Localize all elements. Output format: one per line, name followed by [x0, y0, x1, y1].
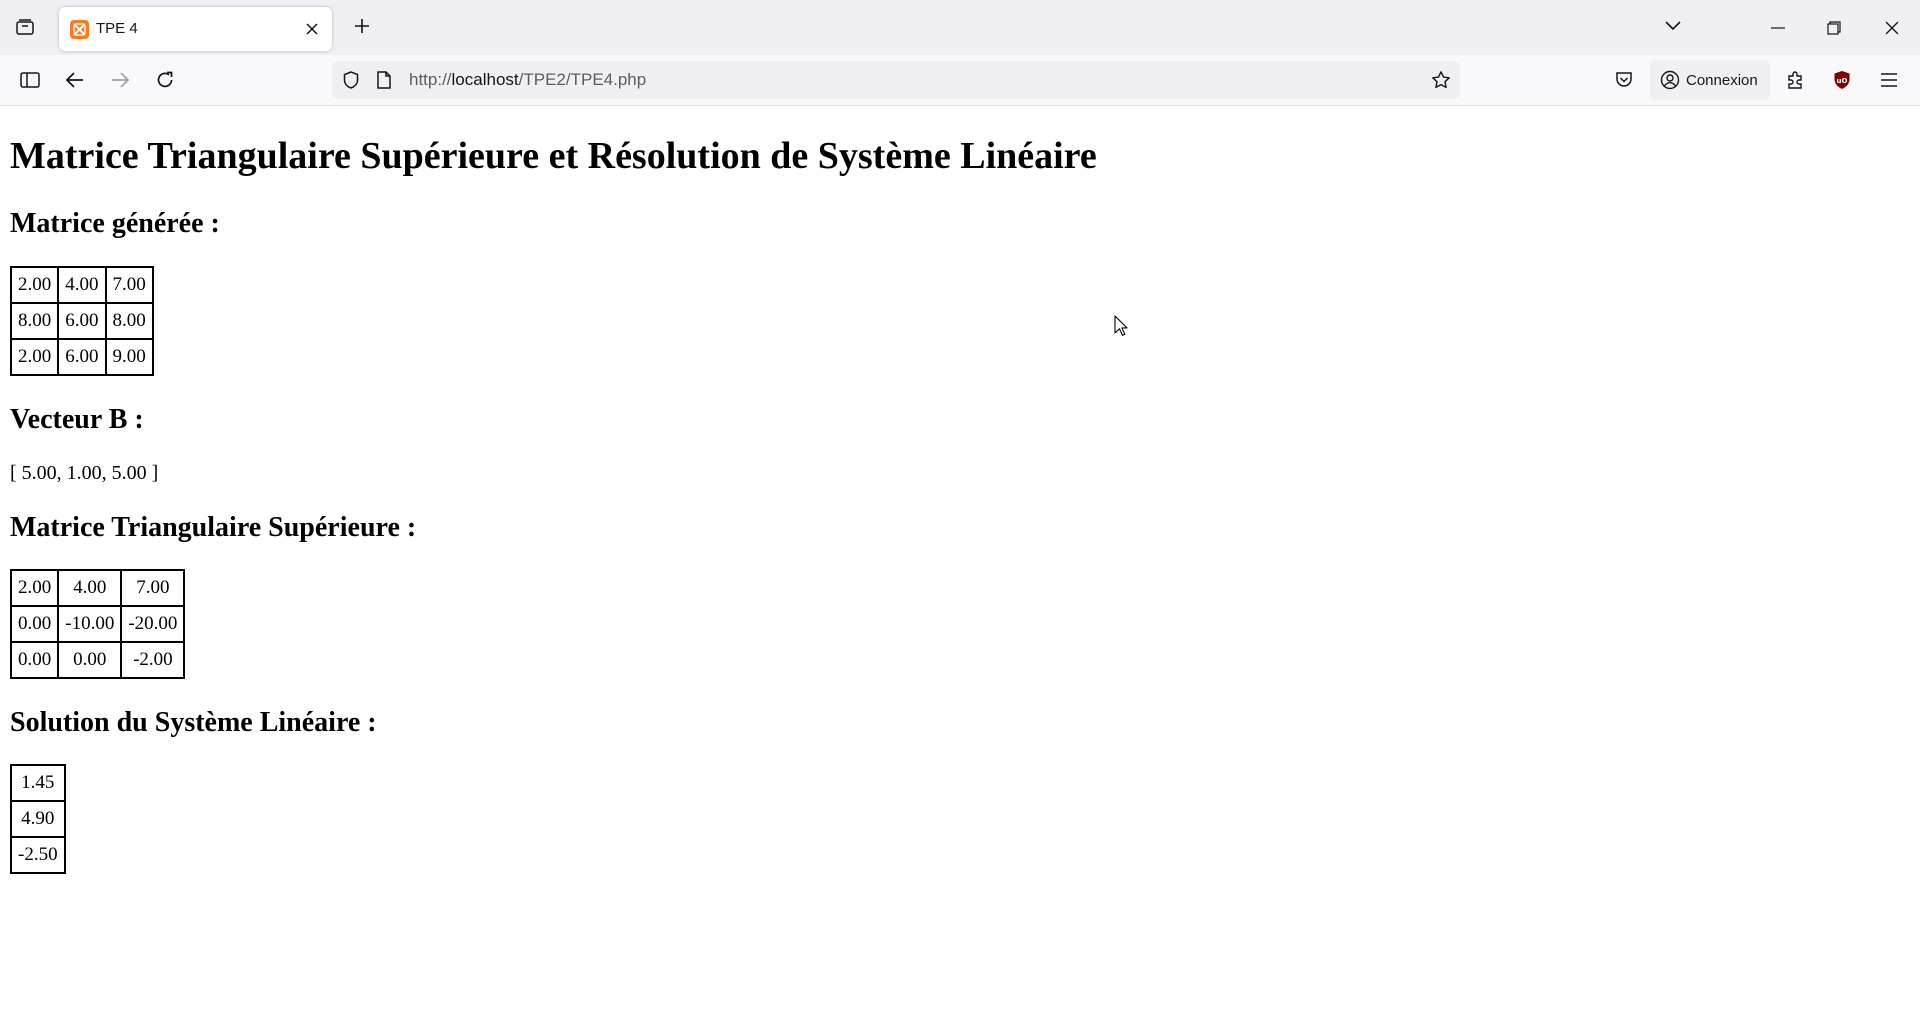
- mouse-cursor-icon: [1114, 315, 1128, 342]
- url-scheme: http://: [409, 70, 452, 89]
- table-row: 4.90: [11, 801, 65, 837]
- url-host: localhost: [451, 70, 519, 89]
- reload-icon[interactable]: [149, 64, 181, 96]
- hamburger-menu-icon[interactable]: [1873, 64, 1905, 96]
- table-row: 1.45: [11, 765, 65, 801]
- matrix-cell: 2.00: [11, 570, 59, 606]
- vector-b-heading: Vecteur B :: [10, 404, 144, 435]
- matrix-cell: 0.00: [11, 606, 59, 642]
- matrix-cell: 8.00: [105, 303, 153, 339]
- solution-cell: -2.50: [11, 837, 65, 873]
- matrix-cell: 6.00: [58, 303, 106, 339]
- address-bar[interactable]: http://localhost/TPE2/TPE4.php: [332, 61, 1460, 99]
- page-info-icon[interactable]: [374, 70, 394, 90]
- url-text[interactable]: http://localhost/TPE2/TPE4.php: [409, 70, 646, 90]
- forward-arrow-icon[interactable]: [104, 64, 136, 96]
- matrix-cell: -2.00: [121, 642, 185, 678]
- tab-strip: TPE 4: [0, 0, 1920, 55]
- matrix-cell: 0.00: [58, 642, 122, 678]
- matrix-cell: 2.00: [11, 339, 59, 375]
- account-icon: [1660, 70, 1680, 90]
- sidebar-toggle-icon[interactable]: [14, 64, 46, 96]
- page-content: Matrice Triangulaire Supérieure et Résol…: [0, 106, 1920, 1020]
- matrix-cell: 7.00: [105, 267, 153, 303]
- tab-overview-icon[interactable]: [10, 12, 40, 42]
- extensions-puzzle-icon[interactable]: [1779, 64, 1811, 96]
- page-title: Matrice Triangulaire Supérieure et Résol…: [10, 135, 1097, 177]
- close-tab-icon[interactable]: [302, 19, 322, 39]
- table-row: 2.00 4.00 7.00: [11, 570, 185, 606]
- matrix-cell: 2.00: [11, 267, 59, 303]
- account-connexion-button[interactable]: Connexion: [1650, 60, 1770, 100]
- pocket-icon[interactable]: [1608, 64, 1640, 96]
- bookmark-star-icon[interactable]: [1430, 69, 1452, 91]
- table-row: 2.00 6.00 9.00: [11, 339, 153, 375]
- url-path: /TPE2/TPE4.php: [518, 70, 647, 89]
- table-row: 8.00 6.00 8.00: [11, 303, 153, 339]
- ublock-origin-icon[interactable]: uO: [1829, 67, 1855, 93]
- matrix-cell: 0.00: [11, 642, 59, 678]
- matrix-cell: -10.00: [58, 606, 122, 642]
- matrix-cell: 4.00: [58, 267, 106, 303]
- table-row: 0.00 -10.00 -20.00: [11, 606, 185, 642]
- generated-matrix-table: 2.00 4.00 7.00 8.00 6.00 8.00 2.00 6.00 …: [10, 266, 154, 376]
- restore-window-icon[interactable]: [1806, 0, 1862, 55]
- svg-text:uO: uO: [1837, 77, 1848, 85]
- upper-triangular-heading: Matrice Triangulaire Supérieure :: [10, 512, 417, 543]
- solution-heading: Solution du Système Linéaire :: [10, 707, 377, 738]
- table-row: -2.50: [11, 837, 65, 873]
- table-row: 2.00 4.00 7.00: [11, 267, 153, 303]
- tab-active[interactable]: TPE 4: [59, 7, 332, 51]
- matrix-cell: 4.00: [58, 570, 122, 606]
- navigation-toolbar: http://localhost/TPE2/TPE4.php Connexion…: [0, 55, 1920, 106]
- tab-title: TPE 4: [96, 20, 138, 37]
- matrix-cell: 6.00: [58, 339, 106, 375]
- matrix-cell: 7.00: [121, 570, 185, 606]
- vector-b-values: [ 5.00, 1.00, 5.00 ]: [10, 462, 159, 484]
- tracking-protection-shield-icon[interactable]: [341, 70, 361, 90]
- solution-cell: 1.45: [11, 765, 65, 801]
- back-arrow-icon[interactable]: [59, 64, 91, 96]
- solution-table: 1.45 4.90 -2.50: [10, 764, 66, 874]
- list-all-tabs-icon[interactable]: [1660, 13, 1686, 39]
- upper-triangular-table: 2.00 4.00 7.00 0.00 -10.00 -20.00 0.00 0…: [10, 569, 186, 679]
- matrix-cell: 9.00: [105, 339, 153, 375]
- table-row: 0.00 0.00 -2.00: [11, 642, 185, 678]
- xampp-favicon-icon: [70, 20, 89, 39]
- matrix-cell: -20.00: [121, 606, 185, 642]
- new-tab-icon[interactable]: [349, 13, 375, 39]
- minimize-window-icon[interactable]: [1750, 0, 1806, 55]
- generated-matrix-heading: Matrice générée :: [10, 208, 220, 239]
- matrix-cell: 8.00: [11, 303, 59, 339]
- solution-cell: 4.90: [11, 801, 65, 837]
- account-label: Connexion: [1686, 71, 1758, 89]
- close-window-icon[interactable]: [1864, 0, 1920, 55]
